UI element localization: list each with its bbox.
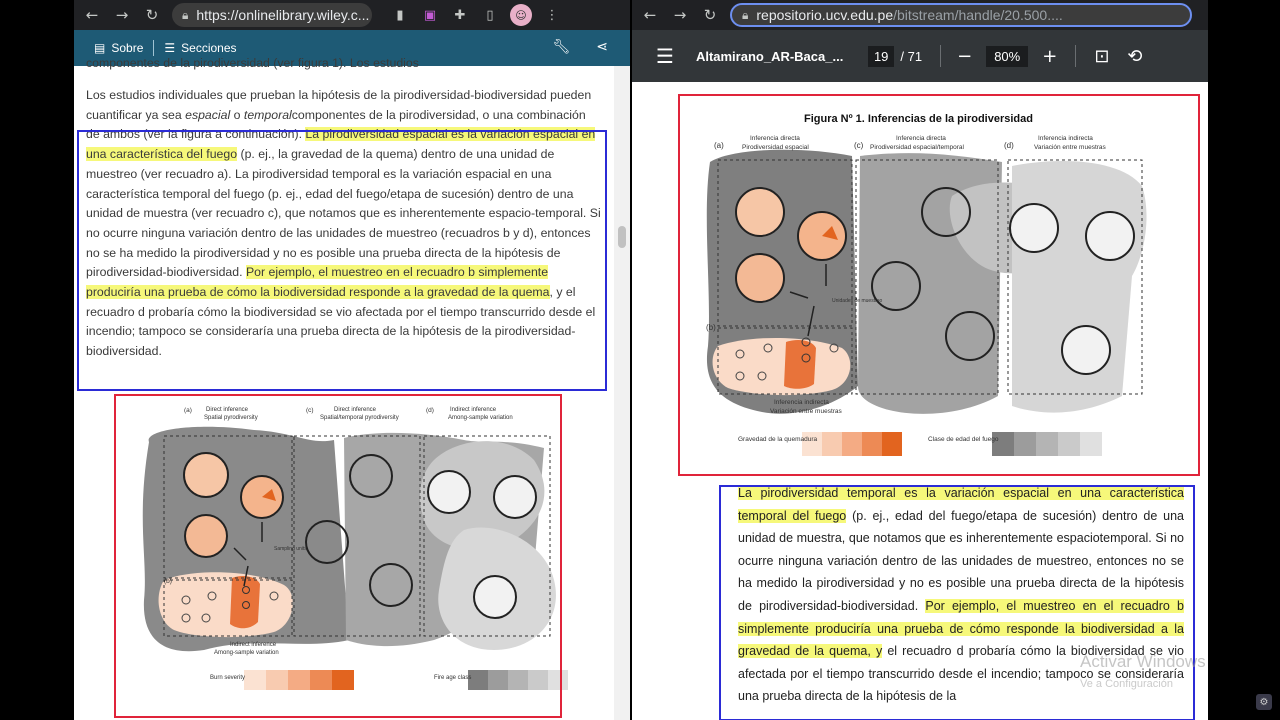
fit-page-icon[interactable]: ⊡ [1094,46,1109,67]
extension-icon[interactable]: ▮ [390,5,410,25]
annotation-red-box [678,94,1200,476]
rotate-icon[interactable]: ⟲ [1127,46,1142,67]
right-browser-toolbar: ← → ↻ 🔒︎ repositorio.ucv.edu.pe/bitstrea… [632,0,1208,30]
address-bar[interactable]: 🔒︎ repositorio.ucv.edu.pe/bitstream/hand… [730,3,1192,27]
scrollbar-thumb[interactable] [618,226,626,248]
about-label: Sobre [111,41,144,55]
right-browser-window: ← → ↻ 🔒︎ repositorio.ucv.edu.pe/bitstrea… [632,0,1208,720]
back-icon[interactable]: ← [80,3,104,27]
toolbar-divider [940,45,942,67]
zoom-in-icon[interactable]: + [1042,46,1057,67]
zoom-level-input[interactable]: 80% [986,45,1029,67]
forward-icon[interactable]: → [110,3,134,27]
lock-icon: 🔒︎ [182,7,189,22]
intro-mid: o [230,107,244,122]
back-icon[interactable]: ← [638,3,662,27]
profile-avatar-icon[interactable]: ☺ [510,4,532,26]
reload-icon[interactable]: ↻ [698,3,722,27]
pdf-toolbar: ☰ Altamirano_AR-Baca_... 19 / 71 − 80% +… [632,30,1208,82]
address-text: https://onlinelibrary.wiley.c... [196,7,370,23]
address-host: repositorio.ucv.edu.pe [756,7,894,23]
share-icon[interactable]: ⋖ [596,39,608,55]
list-icon: ☰ [164,41,176,55]
sections-button[interactable]: ☰ Secciones [164,41,236,55]
left-browser-toolbar: ← → ↻ 🔒︎ https://onlinelibrary.wiley.c..… [74,0,630,30]
zoom-out-icon[interactable]: − [957,46,972,67]
address-bar[interactable]: 🔒︎ https://onlinelibrary.wiley.c... [172,3,372,27]
toolbar-divider [1075,45,1077,67]
system-tray-icon[interactable]: ⚙ [1256,694,1272,710]
reload-icon[interactable]: ↻ [140,3,164,27]
lock-icon: 🔒︎ [742,7,749,22]
forward-icon[interactable]: → [668,3,692,27]
scrollbar[interactable] [614,66,630,720]
pdf-title: Altamirano_AR-Baca_... [695,48,844,64]
about-button[interactable]: ▤ Sobre [94,41,143,55]
menu-icon[interactable]: ☰ [656,44,674,68]
address-path: /bitstream/handle/20.500.... [893,7,1063,23]
page-total: / 71 [900,48,923,64]
sections-label: Secciones [181,41,237,55]
tools-icon[interactable]: 🔧︎ [552,39,570,55]
sidebar-icon[interactable]: ▯ [480,5,500,25]
windows-activation-watermark: Activar Windows [1080,652,1206,671]
puzzle-icon[interactable]: ✚ [450,5,470,25]
clipped-line: componentes de la pirodiversidad (ver fi… [86,56,419,70]
document-icon: ▤ [94,41,106,55]
extension-purple-icon[interactable]: ▣ [420,5,440,25]
emphasis-temporal: temporal [243,107,292,122]
left-browser-window: ← → ↻ 🔒︎ https://onlinelibrary.wiley.c..… [74,0,630,720]
emphasis-spatial: espacial [185,107,231,122]
annotation-red-box [114,394,562,718]
menu-dots-icon[interactable]: ⋮ [542,5,562,25]
page-number-input[interactable]: 19 [867,45,895,67]
windows-activation-subtext: Ve a Configuración [1080,678,1173,690]
annotation-blue-box [77,130,607,391]
pdf-page: Figura Nº 1. Inferencias de la pirodiver… [632,82,1208,720]
